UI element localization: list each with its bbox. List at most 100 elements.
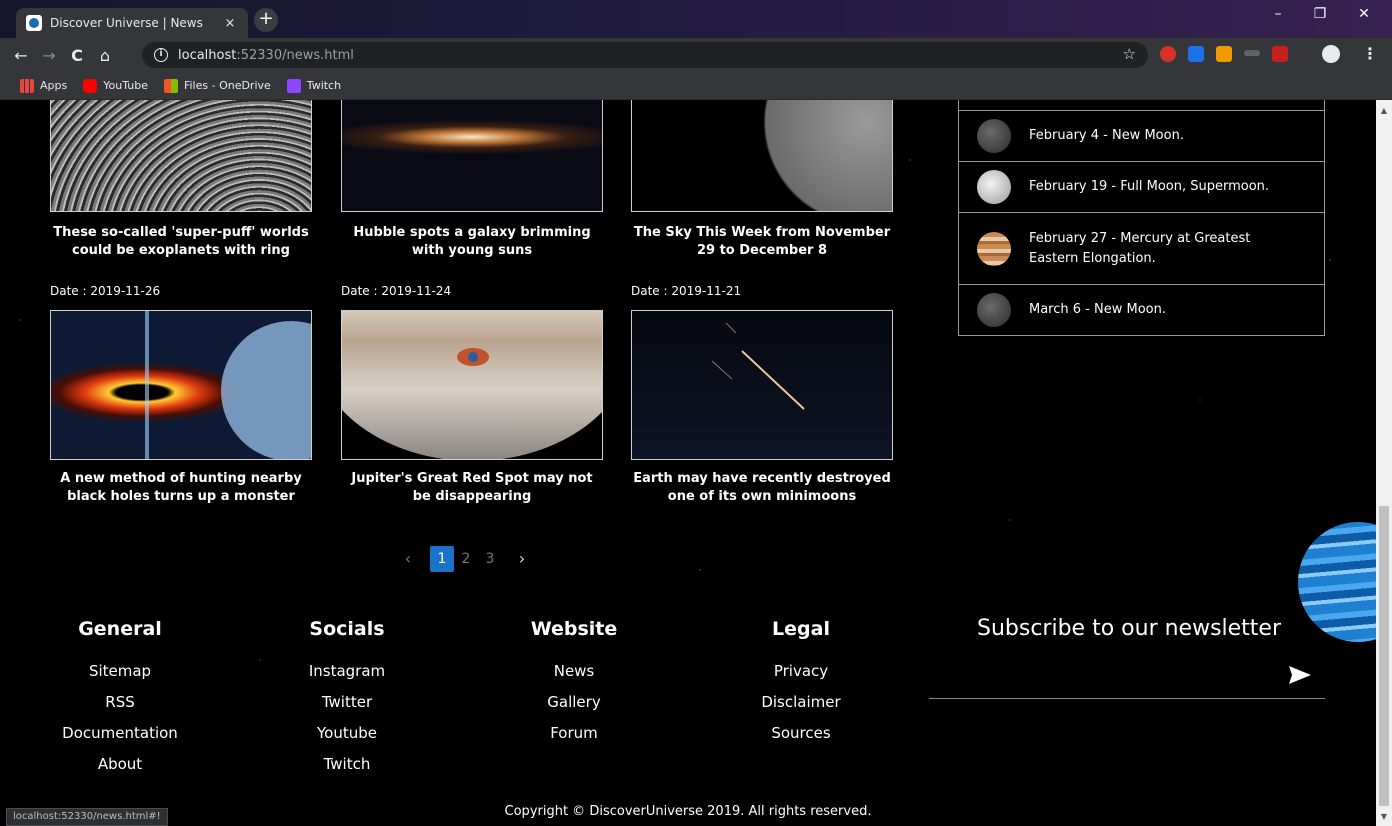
planet-icon (977, 231, 1011, 266)
article-image[interactable] (50, 100, 312, 212)
next-page-button[interactable]: › (510, 546, 534, 572)
footer-link-news[interactable]: News (484, 656, 664, 687)
reload-button[interactable]: C (66, 46, 88, 65)
pagination-spacer (502, 546, 510, 572)
article-date: Date : 2019-11-21 (631, 284, 742, 298)
restore-button[interactable]: ❐ (1300, 6, 1340, 22)
address-bar[interactable]: i localhost :52330/news.html ☆ (142, 42, 1148, 68)
browser-menu-icon[interactable]: ⋮ (1362, 44, 1378, 63)
event-item: March 6 - New Moon. (959, 284, 1324, 335)
bookmark-apps[interactable]: Apps (20, 78, 68, 93)
footer-link-privacy[interactable]: Privacy (711, 656, 891, 687)
footer-link-sitemap[interactable]: Sitemap (30, 656, 210, 687)
article-image[interactable] (50, 310, 312, 460)
article-title[interactable]: These so-called 'super-puff' worlds coul… (50, 224, 312, 260)
article-image[interactable] (341, 100, 603, 212)
newsletter-form: Subscribe to our newsletter (929, 616, 1325, 699)
footer-heading: Socials (309, 618, 385, 640)
scroll-down-icon[interactable]: ▼ (1376, 812, 1392, 821)
event-text: February 4 - New Moon. (1029, 128, 1184, 143)
event-item: February 19 - Full Moon, Supermoon. (959, 161, 1324, 212)
bookmark-youtube[interactable]: YouTube (83, 78, 148, 93)
forward-button[interactable]: → (38, 46, 60, 65)
bookmark-label: YouTube (103, 79, 148, 92)
footer-link-instagram[interactable]: Instagram (257, 656, 437, 687)
event-item: February 4 - New Moon. (959, 110, 1324, 161)
article-title[interactable]: Jupiter's Great Red Spot may not be disa… (341, 470, 603, 506)
footer-link-twitter[interactable]: Twitter (257, 687, 437, 718)
send-icon[interactable] (1289, 666, 1311, 684)
url-path: :52330/news.html (236, 47, 354, 63)
full-moon-icon (977, 170, 1011, 204)
onedrive-icon (163, 78, 178, 93)
article-title[interactable]: A new method of hunting nearby black hol… (50, 470, 312, 506)
newsletter-email-input[interactable] (929, 698, 1325, 699)
article-image[interactable] (631, 310, 893, 460)
event-item: February 27 - Mercury at Greatest Easter… (959, 212, 1324, 284)
extension-gray-icon[interactable] (1244, 50, 1260, 56)
url-host: localhost (178, 47, 237, 63)
footer-link-forum[interactable]: Forum (484, 718, 664, 749)
scrollbar-thumb[interactable] (1379, 506, 1389, 806)
bookmark-onedrive[interactable]: Files - OneDrive (163, 78, 271, 93)
twitch-icon (286, 78, 301, 93)
footer-heading: Website (530, 618, 618, 640)
event-text: March 6 - New Moon. (1029, 302, 1166, 317)
profile-avatar-icon[interactable] (1322, 45, 1340, 63)
browser-tab[interactable]: Discover Universe | News × (16, 8, 248, 38)
article-date: Date : 2019-11-26 (50, 284, 161, 298)
browser-titlebar: Discover Universe | News × + – ❐ ✕ (0, 0, 1392, 38)
bookmark-label: Files - OneDrive (183, 79, 271, 92)
footer-link-disclaimer[interactable]: Disclaimer (711, 687, 891, 718)
events-panel: February 4 - New Moon. February 19 - Ful… (958, 100, 1325, 336)
tab-close-icon[interactable]: × (222, 16, 238, 31)
back-button[interactable]: ← (10, 46, 32, 65)
footer-link-gallery[interactable]: Gallery (484, 687, 664, 718)
status-bar-url: localhost:52330/news.html#! (6, 808, 168, 826)
prev-page-button[interactable]: ‹ (396, 546, 420, 572)
bookmark-label: Twitch (306, 79, 342, 92)
footer-heading: Legal (772, 618, 830, 640)
page-scrollbar[interactable]: ▲ ▼ (1376, 100, 1392, 826)
page-2-button[interactable]: 2 (454, 546, 478, 572)
extension-blue-icon[interactable] (1188, 46, 1204, 62)
page-1-button[interactable]: 1 (430, 546, 454, 572)
footer-link-sources[interactable]: Sources (711, 718, 891, 749)
page-content: These so-called 'super-puff' worlds coul… (0, 100, 1376, 826)
new-tab-button[interactable]: + (254, 8, 278, 32)
extension-red-icon[interactable] (1160, 46, 1176, 62)
article-date: Date : 2019-11-24 (341, 284, 452, 298)
bookmark-star-icon[interactable]: ☆ (1123, 45, 1136, 63)
article-title[interactable]: The Sky This Week from November 29 to De… (631, 224, 893, 260)
article-image[interactable] (341, 310, 603, 460)
footer-link-documentation[interactable]: Documentation (30, 718, 210, 749)
bookmarks-bar: Apps YouTube Files - OneDrive Twitch (0, 72, 1392, 100)
article-title[interactable]: Earth may have recently destroyed one of… (631, 470, 893, 506)
event-text: February 27 - Mercury at Greatest Easter… (1029, 230, 1251, 266)
footer-link-twitch[interactable]: Twitch (257, 749, 437, 780)
scroll-up-icon[interactable]: ▲ (1376, 106, 1392, 115)
footer-link-youtube[interactable]: Youtube (257, 718, 437, 749)
home-button[interactable]: ⌂ (94, 46, 116, 65)
footer-heading: General (78, 618, 162, 640)
minimize-button[interactable]: – (1258, 6, 1298, 22)
article-title[interactable]: Hubble spots a galaxy brimming with youn… (341, 224, 603, 260)
rss-extension-icon[interactable] (1216, 46, 1232, 62)
footer-legal: Legal Privacy Disclaimer Sources (711, 618, 891, 749)
new-moon-icon (977, 119, 1011, 153)
close-window-button[interactable]: ✕ (1344, 6, 1384, 22)
footer-link-about[interactable]: About (30, 749, 210, 780)
extension-book-icon[interactable] (1272, 46, 1288, 62)
page-3-button[interactable]: 3 (478, 546, 502, 572)
bookmark-label: Apps (40, 79, 68, 92)
newsletter-title: Subscribe to our newsletter (977, 616, 1282, 641)
article-image[interactable] (631, 100, 893, 212)
footer-link-rss[interactable]: RSS (30, 687, 210, 718)
footer-website: Website News Gallery Forum (484, 618, 664, 749)
browser-toolbar: ← → C ⌂ i localhost :52330/news.html ☆ (0, 38, 1392, 72)
site-info-icon[interactable]: i (154, 48, 168, 62)
copyright-text: Copyright © DiscoverUniverse 2019. All r… (504, 804, 872, 819)
footer-socials: Socials Instagram Twitter Youtube Twitch (257, 618, 437, 780)
bookmark-twitch[interactable]: Twitch (286, 78, 342, 93)
apps-icon (20, 78, 34, 93)
